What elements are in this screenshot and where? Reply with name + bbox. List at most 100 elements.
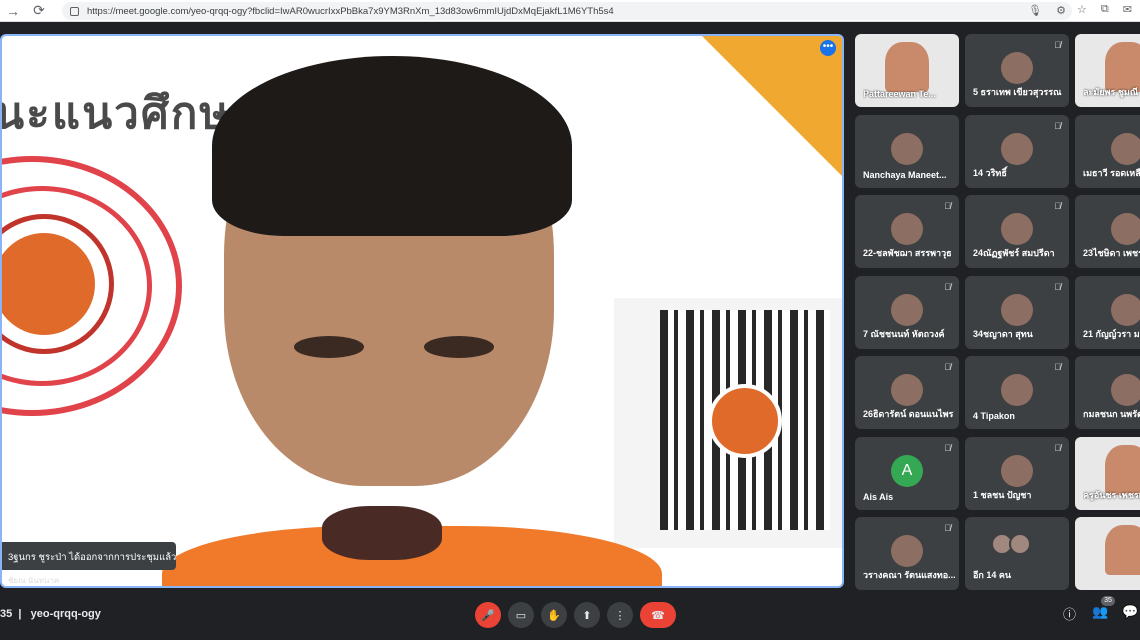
more-participants-avatars	[991, 533, 1031, 555]
participant-name: 21 กัญญ์วรา มาลี	[1083, 328, 1140, 339]
avatar	[1111, 374, 1140, 406]
microphone-icon[interactable]: 🎙	[1028, 4, 1042, 17]
participant-tile[interactable]: ครูอันชร เพชรเรือง	[1075, 436, 1140, 510]
participant-tile[interactable]: 🎙̸21 กัญญ์วรา มาลี	[1075, 275, 1140, 349]
participant-tile[interactable]: 🎙̸23ไชษิดา เพชรน้อย	[1075, 195, 1140, 268]
meeting-info: 35 | yeo-qrqq-ogy	[0, 608, 101, 620]
participant-name: อีก 14 คน	[973, 570, 1012, 580]
slide-corner-decoration	[702, 36, 842, 176]
more-options-button[interactable]: ⋮	[607, 602, 633, 628]
participant-name: 22-ชลพัชฌา สรรพาวุธ	[863, 248, 952, 258]
participant-name: 14 วริทธิ์	[973, 167, 1007, 178]
url-text: https://meet.google.com/yeo-qrqq-ogy?fbc…	[87, 5, 614, 17]
participant-tile[interactable]: 🎙̸กมลชนก นพรัตน์	[1075, 356, 1140, 429]
participant-name: Pattareewan Te...	[863, 89, 936, 99]
raise-hand-button[interactable]: ✋	[541, 602, 567, 628]
main-speaker-video[interactable]: นะแนวศึกษา ษา 2565 ••• 3ฐนกร ชูระป่า ได้…	[0, 34, 844, 588]
chat-icon[interactable]: 💬	[1122, 604, 1138, 620]
participant-name: 7 ณัชชนนท์ หัตถวงค์	[863, 328, 945, 339]
people-icon[interactable]: 👥	[1092, 604, 1108, 620]
camera-button[interactable]: ▭	[508, 602, 534, 628]
avatar	[891, 213, 923, 245]
avatar	[1111, 213, 1140, 245]
extensions-icon[interactable]: ✉	[1123, 3, 1132, 16]
participant-video	[885, 42, 929, 92]
meeting-details-icon[interactable]: ⓘ	[1063, 604, 1076, 623]
avatar: A	[891, 454, 923, 487]
participant-tile[interactable]: 🎙̸ 26ธิดารัตน์ ดอนแนไพร	[855, 356, 959, 429]
mic-muted-icon: 🎙̸	[1054, 281, 1061, 292]
participant-tile[interactable]: อีก 14 คน	[965, 517, 1069, 590]
speaker-name: ชัยณ นันทนาค	[8, 576, 60, 585]
participant-count-badge: 35	[1101, 596, 1115, 606]
reload-icon[interactable]: ⟳	[26, 0, 52, 22]
mic-muted-icon: 🎙̸	[944, 442, 951, 453]
site-settings-icon[interactable]: ⚙	[1056, 4, 1066, 17]
participant-name: 4 Tipakon	[973, 411, 1015, 421]
participant-tile[interactable]: 🎙̸ 1 ชลชน ปัญชา	[965, 436, 1069, 510]
participant-name: 23ไชษิดา เพชรน้อย	[1083, 248, 1140, 258]
participant-name: 1 ชลชน ปัญชา	[973, 489, 1032, 500]
participant-name: วรางคณา รัตนแสงทอ...	[863, 570, 955, 580]
present-screen-button[interactable]: ⬆	[574, 602, 600, 628]
address-bar[interactable]: https://meet.google.com/yeo-qrqq-ogy?fbc…	[62, 2, 1072, 20]
avatar	[891, 132, 923, 165]
participant-tile[interactable]: Pattareewan Te...	[855, 34, 959, 107]
avatar	[1001, 132, 1033, 165]
leave-call-button[interactable]: ☎	[640, 602, 676, 628]
participant-tile[interactable]: 🎙̸ 7 ณัชชนนท์ หัตถวงค์	[855, 275, 959, 349]
mic-muted-icon: 🎙̸	[944, 281, 951, 292]
participant-tile[interactable]: 🎙̸ 24ณัฏฐพัชร์ สมปรีดา	[965, 195, 1069, 268]
participant-name: 34ชญาดา สุทน	[973, 328, 1033, 339]
participant-tile[interactable]: 🎙̸ 5 ธราเทพ เขียวสุวรรณ	[965, 34, 1069, 107]
participant-name: เมธาวี รอดเหลือ	[1083, 167, 1140, 178]
left-meeting-notification: 3ฐนกร ชูระป่า ได้ออกจากการประชุมแล้ว	[2, 542, 176, 570]
participant-name: Ais Ais	[863, 491, 894, 502]
more-options-icon[interactable]: •••	[820, 40, 836, 56]
participant-tile[interactable]: 🎙̸ วรางคณา รัตนแสงทอ...	[855, 517, 959, 590]
participant-tile[interactable]: 🎙̸ 4 Tipakon	[965, 356, 1069, 429]
bottom-control-bar: 35 | yeo-qrqq-ogy 🎤 ▭ ✋ ⬆ ⋮ ☎ ⓘ 👥 35 💬	[0, 592, 1140, 640]
qr-center-logo	[708, 384, 782, 458]
mic-muted-icon: 🎙̸	[1054, 362, 1061, 372]
participant-video	[1105, 525, 1140, 575]
participant-tile[interactable]: 🎙̸เมธาวี รอดเหลือ	[1075, 114, 1140, 188]
avatar	[891, 535, 923, 567]
participant-name: Nanchaya Maneet...	[863, 169, 947, 180]
tab-search-icon[interactable]: ⧉	[1101, 3, 1109, 16]
avatar	[891, 374, 923, 406]
participant-name: 26ธิดารัตน์ ดอนแนไพร	[863, 409, 954, 419]
avatar	[1001, 454, 1033, 487]
avatar	[1001, 213, 1033, 245]
avatar	[1001, 52, 1033, 84]
avatar	[1111, 293, 1140, 326]
speaker-person	[162, 56, 662, 586]
mic-muted-icon: 🎙̸	[1054, 442, 1061, 453]
mic-muted-icon: 🎙̸	[944, 201, 951, 211]
avatar	[1001, 374, 1033, 406]
participant-name: กมลชนก นพรัตน์	[1083, 409, 1140, 419]
mic-muted-icon: 🎙̸	[1054, 201, 1061, 211]
participant-name: ละมัยพร ชูมณี	[1083, 87, 1139, 97]
avatar	[1111, 132, 1140, 165]
participant-tile[interactable]: ละมัยพร ชูมณี	[1075, 34, 1140, 107]
participant-name: 5 ธราเทพ เขียวสุวรรณ	[973, 87, 1062, 97]
participant-tile[interactable]	[1075, 517, 1140, 590]
avatar	[891, 293, 923, 326]
lock-icon	[70, 6, 79, 16]
mic-muted-icon: 🎙̸	[1054, 120, 1061, 131]
participant-tile[interactable]: A 🎙̸ Ais Ais	[855, 436, 959, 510]
mic-off-button[interactable]: 🎤	[475, 602, 501, 628]
meeting-stage: นะแนวศึกษา ษา 2565 ••• 3ฐนกร ชูระป่า ได้…	[0, 22, 1140, 592]
participant-name: ครูอันชร เพชรเรือง	[1083, 489, 1140, 500]
forward-icon[interactable]: →	[0, 0, 26, 22]
bookmark-star-icon[interactable]: ☆	[1077, 3, 1087, 16]
participant-tile[interactable]: Nanchaya Maneet...	[855, 114, 959, 188]
participant-tile[interactable]: 🎙̸ 14 วริทธิ์	[965, 114, 1069, 188]
participant-tile[interactable]: 🎙̸ 22-ชลพัชฌา สรรพาวุธ	[855, 195, 959, 268]
mic-muted-icon: 🎙̸	[944, 362, 951, 372]
mic-muted-icon: 🎙̸	[944, 523, 951, 533]
participant-name: 24ณัฏฐพัชร์ สมปรีดา	[973, 248, 1055, 258]
avatar	[1001, 293, 1033, 326]
participant-tile[interactable]: 🎙̸ 34ชญาดา สุทน	[965, 275, 1069, 349]
